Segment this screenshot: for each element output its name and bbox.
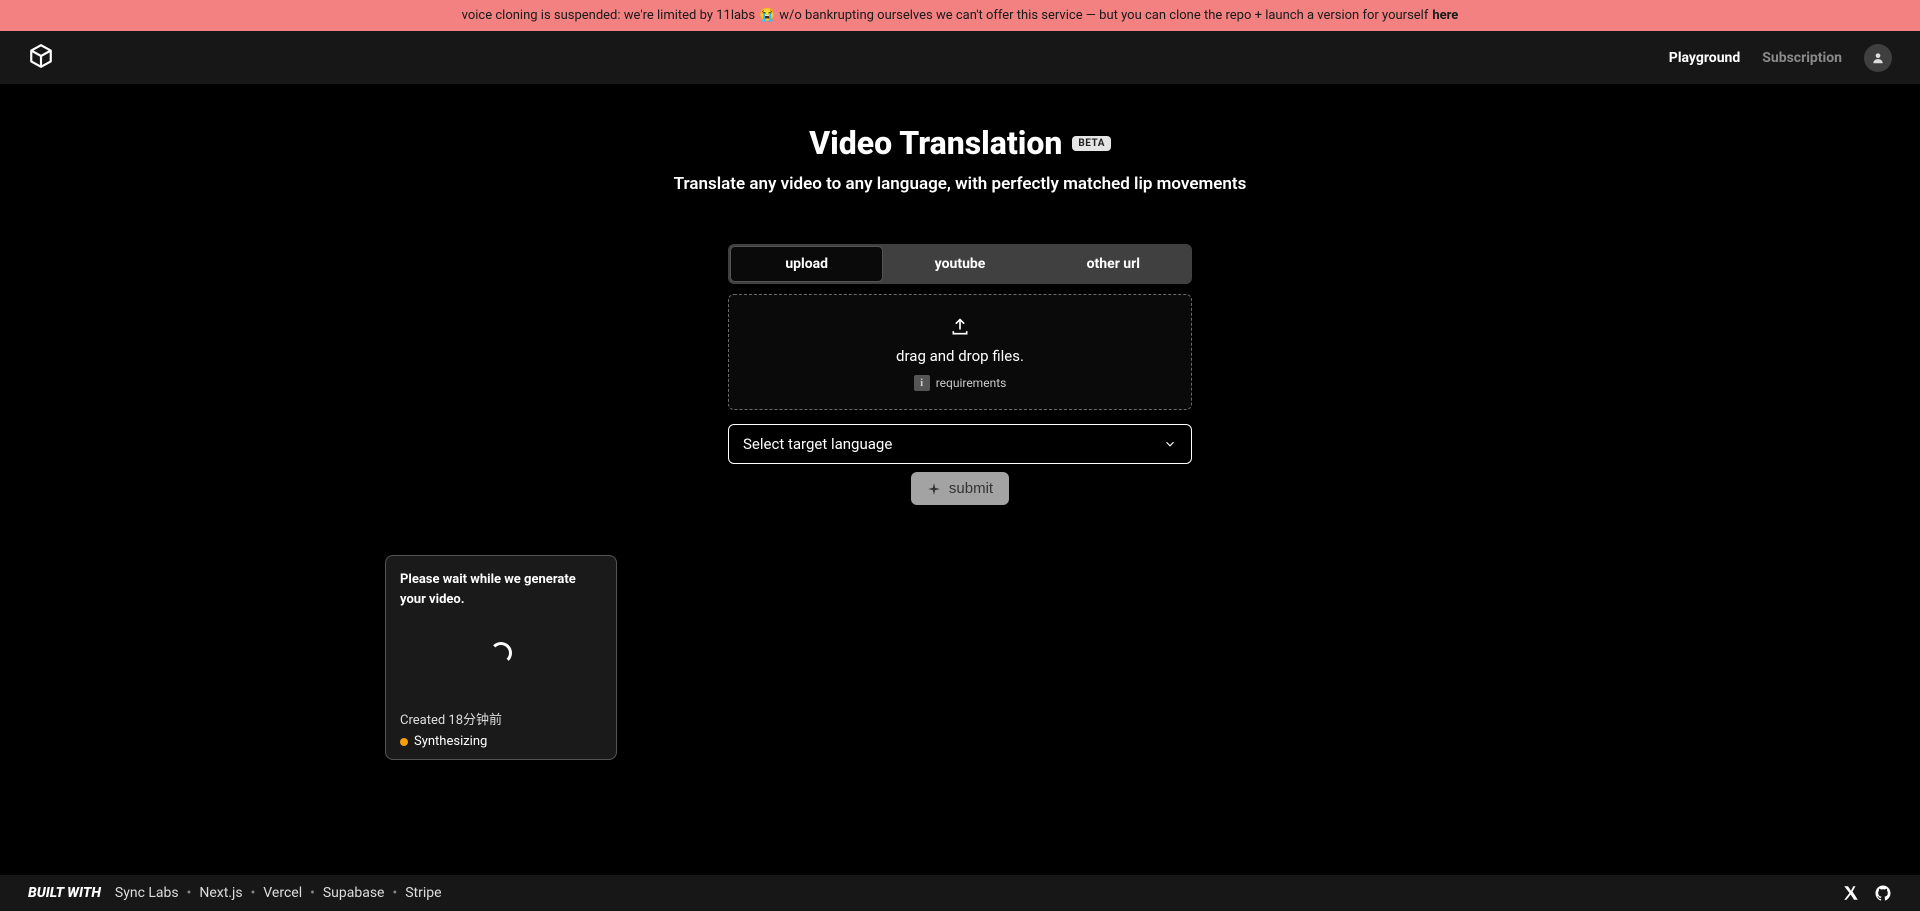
spinner-icon	[490, 642, 512, 664]
footer-sep: •	[392, 885, 397, 901]
info-icon: i	[914, 375, 930, 391]
built-with-label: BUILT WITH	[28, 885, 101, 901]
footer-link-nextjs[interactable]: Next.js	[199, 885, 242, 901]
nav-playground[interactable]: Playground	[1669, 50, 1740, 66]
select-placeholder: Select target language	[743, 435, 892, 453]
status-dot-icon	[400, 738, 408, 746]
banner-here-link[interactable]: here	[1432, 8, 1458, 23]
chevron-down-icon	[1163, 437, 1177, 451]
source-tabs: upload youtube other url	[728, 244, 1192, 284]
requirements-link[interactable]: i requirements	[914, 375, 1007, 391]
job-created-time: 18分钟前	[448, 713, 502, 728]
page-title: Video Translation	[809, 124, 1062, 162]
job-status: Synthesizing	[400, 734, 602, 749]
footer-sep: •	[187, 885, 192, 901]
avatar[interactable]	[1864, 44, 1892, 72]
tab-upload[interactable]: upload	[731, 247, 882, 281]
user-icon	[1871, 51, 1885, 65]
footer-sep: •	[310, 885, 315, 901]
language-select[interactable]: Select target language	[728, 424, 1192, 464]
subtitle: Translate any video to any language, wit…	[674, 174, 1247, 194]
footer-link-synclabs[interactable]: Sync Labs	[115, 885, 179, 901]
job-card[interactable]: Please wait while we generate your video…	[385, 555, 617, 760]
footer-link-supabase[interactable]: Supabase	[323, 885, 385, 901]
banner-text-before: voice cloning is suspended: we're limite…	[462, 8, 755, 23]
job-created-prefix: Created	[400, 713, 448, 728]
title-row: Video Translation BETA	[809, 124, 1111, 162]
job-message: Please wait while we generate your video…	[400, 570, 602, 609]
job-created: Created 18分钟前	[400, 709, 602, 728]
footer-right	[1842, 884, 1892, 902]
sparkle-icon	[927, 482, 941, 496]
beta-badge: BETA	[1072, 136, 1111, 151]
logo[interactable]	[28, 43, 54, 73]
tab-youtube[interactable]: youtube	[884, 247, 1035, 281]
footer: BUILT WITH Sync Labs • Next.js • Vercel …	[0, 875, 1920, 911]
footer-link-vercel[interactable]: Vercel	[263, 885, 302, 901]
job-spinner-area	[400, 625, 602, 681]
jobs-area: Please wait while we generate your video…	[385, 555, 1535, 760]
dropzone[interactable]: drag and drop files. i requirements	[728, 294, 1192, 410]
submit-label: submit	[949, 480, 993, 497]
nav-right: Playground Subscription	[1669, 44, 1892, 72]
main-content: Video Translation BETA Translate any vid…	[0, 84, 1920, 760]
navbar: Playground Subscription	[0, 31, 1920, 84]
nav-subscription[interactable]: Subscription	[1762, 50, 1842, 66]
footer-link-stripe[interactable]: Stripe	[405, 885, 441, 901]
github-icon[interactable]	[1874, 884, 1892, 902]
footer-left: BUILT WITH Sync Labs • Next.js • Vercel …	[28, 885, 442, 901]
crying-emoji: 😭	[759, 8, 775, 23]
x-twitter-icon[interactable]	[1842, 884, 1860, 902]
tab-other-url[interactable]: other url	[1038, 247, 1189, 281]
dropzone-text: drag and drop files.	[896, 347, 1024, 365]
submit-button[interactable]: submit	[911, 472, 1009, 505]
upload-icon	[950, 317, 970, 337]
footer-sep: •	[251, 885, 256, 901]
job-status-label: Synthesizing	[414, 734, 487, 749]
banner-text-after: w/o bankrupting ourselves we can't offer…	[779, 8, 1428, 23]
top-banner: voice cloning is suspended: we're limite…	[0, 0, 1920, 31]
requirements-label: requirements	[936, 376, 1007, 390]
